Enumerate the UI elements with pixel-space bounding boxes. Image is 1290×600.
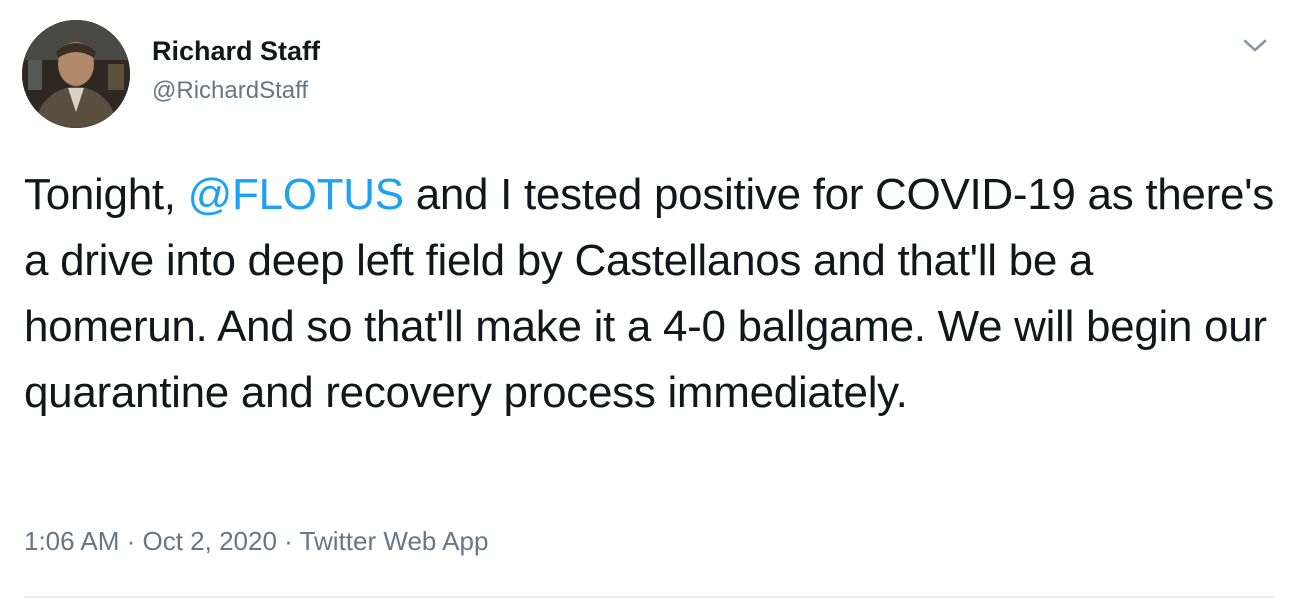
meta-separator: · — [276, 526, 300, 556]
mention-link[interactable]: @FLOTUS — [188, 170, 404, 219]
tweet-meta: 1:06 AM · Oct 2, 2020 · Twitter Web App — [24, 524, 488, 558]
divider — [24, 596, 1274, 598]
user-handle[interactable]: @RichardStaff — [152, 76, 320, 106]
tweet-date[interactable]: Oct 2, 2020 — [143, 526, 277, 556]
avatar[interactable] — [22, 20, 130, 128]
tweet-source[interactable]: Twitter Web App — [300, 526, 489, 556]
author-block: Richard Staff @RichardStaff — [152, 34, 320, 106]
avatar-photo — [22, 20, 130, 128]
chevron-down-icon[interactable] — [1242, 36, 1268, 56]
tweet-text: Tonight, @FLOTUS and I tested positive f… — [24, 162, 1274, 426]
display-name[interactable]: Richard Staff — [152, 34, 320, 68]
tweet-text-before: Tonight, — [24, 170, 188, 219]
meta-separator: · — [119, 526, 143, 556]
tweet-time[interactable]: 1:06 AM — [24, 526, 119, 556]
tweet-card: Richard Staff @RichardStaff Tonight, @FL… — [0, 0, 1290, 600]
